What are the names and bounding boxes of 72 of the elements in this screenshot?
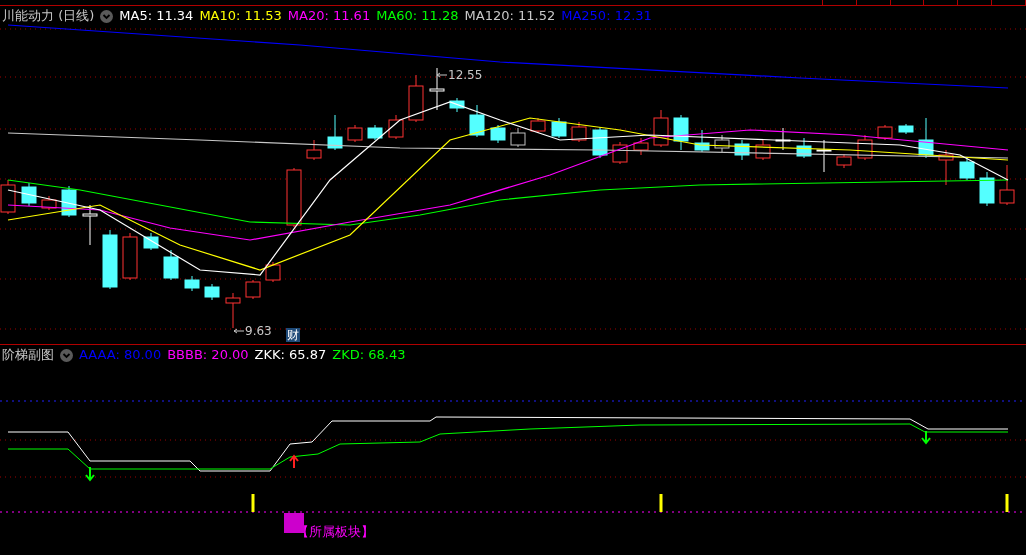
signal-bar (251, 494, 255, 512)
candlestick (306, 139, 322, 161)
candlestick (633, 137, 649, 156)
candlestick (714, 134, 730, 153)
candlestick (408, 74, 424, 123)
candlestick (163, 249, 179, 281)
candlestick (979, 171, 995, 207)
indicator-value: MA20: 11.61 (287, 7, 371, 26)
candlestick (21, 182, 37, 207)
candlestick (388, 114, 404, 140)
arrow-down-icon (85, 466, 95, 482)
candlestick (225, 292, 241, 329)
candlestick (490, 124, 506, 144)
candlestick (571, 121, 587, 143)
candlestick (469, 104, 485, 138)
indicator-value: ZKD: 68.43 (332, 346, 406, 365)
chevron-down-icon[interactable] (60, 348, 73, 362)
candlestick (204, 283, 220, 301)
candlestick (530, 117, 546, 134)
signal-bar (1005, 494, 1009, 512)
arrow-up-icon (289, 454, 299, 469)
candlestick (918, 117, 934, 159)
candlestick (449, 97, 465, 113)
chevron-down-icon[interactable] (100, 9, 114, 23)
candlestick (286, 167, 302, 228)
candlestick (265, 261, 281, 283)
candlestick (694, 129, 710, 153)
indicator-value: BBBB: 20.00 (167, 346, 249, 365)
candlestick (551, 117, 567, 139)
candlestick (755, 139, 771, 161)
candlestick (367, 124, 383, 141)
indicator-value: MA10: 11.53 (199, 7, 282, 26)
candlestick (143, 232, 159, 251)
candlestick (959, 157, 975, 181)
arrow-down-icon (921, 430, 931, 445)
candlestick (816, 139, 832, 173)
candlestick (41, 195, 57, 211)
candlestick (836, 153, 852, 169)
indicator-value: MA120: 11.52 (464, 7, 556, 26)
panel-title: 阶梯副图 (2, 346, 54, 365)
indicator-value: MA60: 11.28 (376, 7, 459, 26)
candlestick (898, 123, 914, 135)
candlestick (184, 275, 200, 292)
candlestick (999, 164, 1015, 206)
candlestick (429, 67, 445, 111)
candlestick (612, 141, 628, 165)
candlestick (857, 134, 873, 161)
candlestick (938, 149, 954, 186)
indicator-value: AAAA: 80.00 (79, 346, 162, 365)
candlestick (673, 114, 689, 151)
panel-title: 川能动力 (日线) (2, 7, 95, 26)
candlestick (347, 124, 363, 143)
candlestick (327, 114, 343, 151)
price-label: 12.55 (448, 67, 483, 84)
candlestick (102, 229, 118, 290)
signal-bar (659, 494, 663, 512)
candlestick (122, 232, 138, 281)
indicator-value: ZKK: 65.87 (254, 346, 327, 365)
candlestick (877, 124, 893, 141)
candlestick (82, 204, 98, 246)
finance-badge[interactable]: 财 (286, 328, 300, 342)
candlestick (653, 109, 669, 148)
candlestick (775, 127, 791, 151)
candlestick (245, 279, 261, 300)
price-label: 9.63 (245, 323, 272, 340)
candlestick (510, 127, 526, 148)
candlestick (734, 139, 750, 161)
candlestick (796, 137, 812, 159)
indicator-value: MA5: 11.34 (119, 7, 194, 26)
indicator-value: MA250: 12.31 (561, 7, 652, 26)
sector-link[interactable]: 【所属板块】 (296, 522, 374, 542)
sector-block (284, 513, 304, 533)
